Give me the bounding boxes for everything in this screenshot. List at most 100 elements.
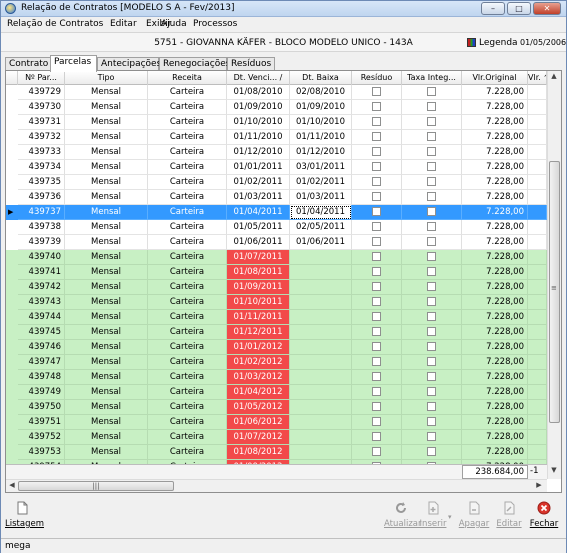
checkbox[interactable] [372, 267, 381, 276]
checkbox[interactable] [372, 207, 381, 216]
checkbox[interactable] [427, 207, 436, 216]
col-header-residuo[interactable]: Resíduo [352, 71, 402, 85]
atualizar-button[interactable]: Atualizar [384, 499, 421, 533]
table-row[interactable]: 439733 Mensal Carteira 01/12/2010 01/12/2010… [6, 145, 547, 160]
col-header-vlr-original[interactable]: Vlr.Original [462, 71, 528, 85]
tab-parcelas[interactable]: Parcelas [50, 55, 97, 72]
checkbox[interactable] [427, 102, 436, 111]
checkbox[interactable] [372, 237, 381, 246]
col-header-vlr[interactable]: Vlr. ^ [528, 71, 547, 85]
checkbox[interactable] [427, 117, 436, 126]
col-header-baixa[interactable]: Dt. Baixa [290, 71, 352, 85]
checkbox[interactable] [427, 192, 436, 201]
checkbox[interactable] [427, 147, 436, 156]
table-row[interactable]: 439744 Mensal Carteira 01/11/2011 7.228,00 [6, 310, 547, 325]
menu-ajuda[interactable]: Ajuda [161, 19, 187, 29]
table-row[interactable]: 439732 Mensal Carteira 01/11/2010 01/11/2010… [6, 130, 547, 145]
apagar-button[interactable]: Apagar [457, 499, 491, 533]
checkbox[interactable] [427, 402, 436, 411]
table-row[interactable]: 439747 Mensal Carteira 01/02/2012 7.228,00 [6, 355, 547, 370]
checkbox[interactable] [372, 222, 381, 231]
scroll-up-arrow-icon[interactable]: ▲ [548, 72, 560, 80]
listagem-button[interactable]: Listagem [5, 499, 44, 533]
table-row[interactable]: 439730 Mensal Carteira 01/09/2010 01/09/2010… [6, 100, 547, 115]
editar-button[interactable]: Editar [492, 499, 526, 533]
checkbox[interactable] [372, 327, 381, 336]
checkbox[interactable] [372, 372, 381, 381]
checkbox[interactable] [427, 432, 436, 441]
horizontal-scrollbar[interactable]: ◀ ||| ▶ [6, 479, 547, 492]
table-row[interactable]: 439741 Mensal Carteira 01/08/2011 7.228,00 [6, 265, 547, 280]
checkbox[interactable] [372, 117, 381, 126]
table-row[interactable]: 439736 Mensal Carteira 01/03/2011 01/03/2011… [6, 190, 547, 205]
table-row[interactable]: 439751 Mensal Carteira 01/06/2012 7.228,00 [6, 415, 547, 430]
checkbox[interactable] [372, 192, 381, 201]
table-row[interactable]: 439746 Mensal Carteira 01/01/2012 7.228,00 [6, 340, 547, 355]
checkbox[interactable] [372, 297, 381, 306]
table-row[interactable]: 439734 Mensal Carteira 01/01/2011 03/01/2011… [6, 160, 547, 175]
table-row[interactable]: 439739 Mensal Carteira 01/06/2011 01/06/2011… [6, 235, 547, 250]
checkbox[interactable] [372, 312, 381, 321]
checkbox[interactable] [427, 252, 436, 261]
table-row[interactable]: 439738 Mensal Carteira 01/05/2011 02/05/2011… [6, 220, 547, 235]
checkbox[interactable] [427, 87, 436, 96]
inserir-button[interactable]: Inserir [416, 499, 450, 533]
inserir-dropdown-icon[interactable]: ▾ [448, 513, 452, 521]
col-header-numero[interactable]: Nº Par... [18, 71, 65, 85]
checkbox[interactable] [427, 327, 436, 336]
table-row[interactable]: 439742 Mensal Carteira 01/09/2011 7.228,00 [6, 280, 547, 295]
col-header-vencimento[interactable]: Dt. Venci... / [227, 71, 290, 85]
table-row[interactable]: ▶ 439737 Mensal Carteira 01/04/2011 01/04/201… [6, 205, 547, 220]
checkbox[interactable] [372, 402, 381, 411]
checkbox[interactable] [427, 267, 436, 276]
checkbox[interactable] [427, 162, 436, 171]
table-row[interactable]: 439735 Mensal Carteira 01/02/2011 01/02/2011… [6, 175, 547, 190]
col-header-taxa[interactable]: Taxa Integ... [402, 71, 462, 85]
vertical-scroll-thumb[interactable]: ≡ [549, 161, 560, 423]
table-row[interactable]: 439753 Mensal Carteira 01/08/2012 7.228,00 [6, 445, 547, 460]
checkbox[interactable] [427, 417, 436, 426]
checkbox[interactable] [372, 432, 381, 441]
checkbox[interactable] [427, 357, 436, 366]
table-row[interactable]: 439740 Mensal Carteira 01/07/2011 7.228,00 [6, 250, 547, 265]
checkbox[interactable] [427, 237, 436, 246]
scroll-right-arrow-icon[interactable]: ▶ [533, 481, 545, 489]
checkbox[interactable] [372, 282, 381, 291]
checkbox[interactable] [427, 447, 436, 456]
fechar-button[interactable]: Fechar [527, 499, 561, 533]
col-header-receita[interactable]: Receita [148, 71, 227, 85]
maximize-button[interactable]: □ [507, 2, 531, 15]
vertical-scrollbar[interactable]: ▲ ≡ ▼ [547, 71, 561, 479]
checkbox[interactable] [372, 357, 381, 366]
title-bar[interactable]: Relação de Contratos [MODELO S A - Fev/2… [1, 1, 566, 17]
checkbox[interactable] [372, 387, 381, 396]
menu-editar[interactable]: Editar [110, 19, 137, 29]
checkbox[interactable] [427, 342, 436, 351]
checkbox[interactable] [372, 447, 381, 456]
table-row[interactable]: 439748 Mensal Carteira 01/03/2012 7.228,00 [6, 370, 547, 385]
tab-renegociacoes[interactable]: Renegociações [159, 57, 231, 71]
checkbox[interactable] [372, 147, 381, 156]
checkbox[interactable] [427, 282, 436, 291]
checkbox[interactable] [427, 312, 436, 321]
legend-label[interactable]: Legenda [479, 38, 518, 48]
checkbox[interactable] [372, 177, 381, 186]
checkbox[interactable] [427, 387, 436, 396]
minimize-button[interactable]: – [481, 2, 505, 15]
scroll-down-arrow-icon[interactable]: ▼ [548, 466, 560, 474]
checkbox[interactable] [372, 342, 381, 351]
checkbox[interactable] [372, 132, 381, 141]
menu-processos[interactable]: Processos [193, 19, 237, 29]
table-row[interactable]: 439745 Mensal Carteira 01/12/2011 7.228,00 [6, 325, 547, 340]
horizontal-scroll-thumb[interactable]: ||| [18, 481, 174, 491]
checkbox[interactable] [427, 372, 436, 381]
tab-contrato[interactable]: Contrato [5, 57, 51, 71]
table-row[interactable]: 439729 Mensal Carteira 01/08/2010 02/08/2010… [6, 85, 547, 100]
menu-relacao[interactable]: Relação de Contratos [7, 19, 103, 29]
checkbox[interactable] [372, 252, 381, 261]
tab-residuos[interactable]: Resíduos [227, 57, 275, 71]
scroll-left-arrow-icon[interactable]: ◀ [6, 481, 18, 489]
checkbox[interactable] [372, 102, 381, 111]
checkbox[interactable] [372, 162, 381, 171]
checkbox[interactable] [372, 87, 381, 96]
